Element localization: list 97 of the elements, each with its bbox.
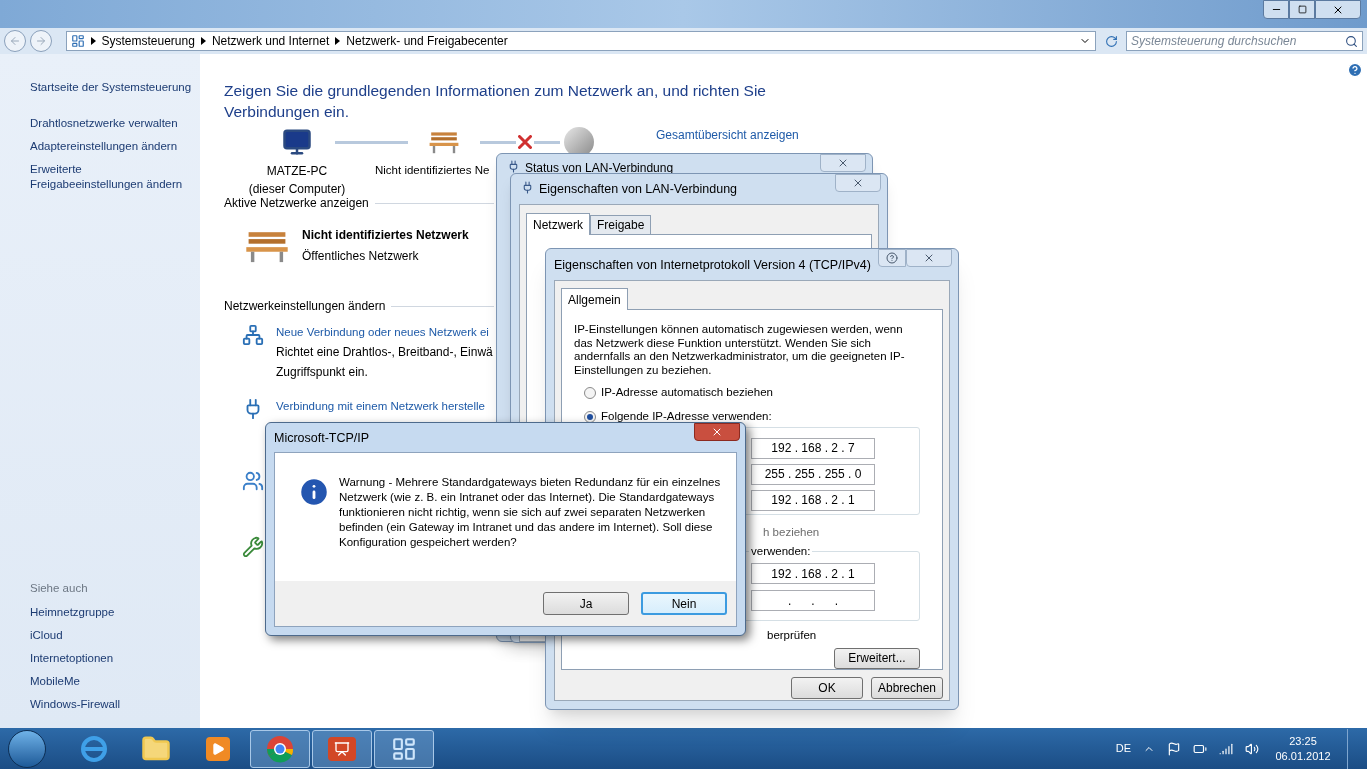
computer-subtitle: (dieser Computer): [248, 181, 346, 198]
ip-address-field[interactable]: 192 . 168 . 2 . 1: [751, 563, 875, 585]
sidebar-link[interactable]: Adaptereinstellungen ändern: [30, 139, 198, 154]
help-icon[interactable]: [1347, 62, 1363, 78]
caret-icon: [200, 37, 206, 45]
window-title: Eigenschaften von Internetprotokoll Version 4 (TCP/IPv4): [554, 257, 871, 274]
section-title: Aktive Netzwerke anzeigen: [224, 196, 369, 212]
wrench-icon: [242, 536, 264, 559]
taskbar-app[interactable]: [250, 729, 310, 768]
close-button[interactable]: [1315, 0, 1361, 19]
sidebar-link[interactable]: Drahtlosnetzwerke verwalten: [30, 116, 198, 131]
language-indicator[interactable]: DE: [1115, 740, 1131, 757]
page-heading: Zeigen Sie die grundlegenden Informationen zum Netzwerk an, und richten Sie Verbindungen ein.: [224, 81, 767, 122]
window-title: Status von LAN-Verbindung: [525, 160, 674, 177]
media-player-icon: [206, 736, 230, 761]
window-title: Eigenschaften von LAN-Verbindung: [539, 181, 738, 198]
dialog-button[interactable]: OK: [791, 677, 863, 699]
computer-name: MATZE-PC: [266, 163, 328, 180]
caret-icon: [335, 37, 341, 45]
forward-icon: [34, 35, 47, 47]
network-name: Nicht identifiziertes Ne: [375, 163, 490, 178]
back-button[interactable]: [4, 30, 26, 52]
breadcrumb[interactable]: Systemsteuerung: [101, 32, 195, 50]
back-icon: [8, 35, 21, 47]
task-description: Zugriffspunkt ein.: [276, 364, 369, 382]
sidebar-link[interactable]: Erweiterte Freigabeeinstellungen ändern: [30, 162, 198, 192]
full-map-link[interactable]: Gesamtübersicht anzeigen: [656, 126, 799, 144]
control-panel-icon: [391, 735, 417, 762]
forward-button[interactable]: [29, 30, 52, 52]
taskbar-app[interactable]: [312, 729, 372, 768]
advanced-button[interactable]: Erweitert...: [834, 647, 920, 669]
close-icon: [837, 157, 849, 169]
caret-icon: [90, 37, 96, 45]
flag-icon[interactable]: [1167, 741, 1181, 756]
tab[interactable]: Allgemein: [561, 288, 628, 310]
radio-button[interactable]: [584, 410, 596, 423]
bench-icon: [428, 130, 460, 154]
window-title: Microsoft-TCP/IP: [274, 430, 370, 447]
close-icon: [711, 426, 723, 438]
dialog-button[interactable]: Nein: [641, 592, 727, 615]
control-panel-icon: [70, 34, 85, 48]
clock[interactable]: 23:25 06.01.2012: [1271, 733, 1335, 764]
sidebar-link[interactable]: Heimnetzgruppe: [30, 605, 200, 620]
task-link[interactable]: Neue Verbindung oder neues Netzwerk ei: [276, 324, 493, 342]
sidebar-link[interactable]: MobileMe: [30, 674, 200, 689]
tab[interactable]: Freigabe: [590, 215, 652, 234]
sidebar-link[interactable]: Windows-Firewall: [30, 697, 200, 712]
taskbar-app[interactable]: [374, 729, 434, 768]
address-field[interactable]: Systemsteuerung Netzwerk und Internet Netzwerk- und Freigabecenter: [65, 31, 1097, 51]
ip-address-field[interactable]: 192 . 168 . 2 . 1: [751, 489, 875, 511]
minimize-button[interactable]: [1263, 0, 1289, 19]
refresh-icon: [1104, 34, 1118, 48]
close-icon: [852, 177, 864, 189]
ip-address-field[interactable]: 192 . 168 . 2 . 7: [751, 437, 875, 459]
radio-label: IP-Adresse automatisch beziehen: [601, 385, 773, 400]
checkbox-label: berprüfen: [767, 627, 818, 643]
dialog-button[interactable]: Ja: [543, 592, 629, 615]
network-icon[interactable]: [1219, 741, 1233, 756]
tab[interactable]: Netzwerk: [526, 213, 590, 235]
task-description: Richtet eine Drahtlos-, Breitband-, Einwä: [276, 344, 493, 362]
description-text: IP-Einstellungen können automatisch zugewiesen werden, wenn das Netzwerk diese Funktion unterstützt. Wenden Sie sich andernfalls an den Netzwerkadministrator, um die geeigneten IP-Einstellungen zu beziehen.: [574, 323, 906, 377]
search-icon: [1345, 34, 1358, 48]
chrome-icon: [266, 734, 294, 763]
section-title: Siehe auch: [30, 580, 89, 596]
computer-icon: [282, 127, 312, 157]
sidebar-link[interactable]: iCloud: [30, 628, 200, 643]
task-link[interactable]: Verbindung mit einem Netzwerk herstelle: [276, 398, 486, 416]
section-title: Netzwerkeinstellungen ändern: [224, 298, 386, 315]
sidebar-link[interactable]: Internetoptionen: [30, 651, 200, 666]
presentation-icon: [328, 736, 356, 761]
ip-address-field[interactable]: 255 . 255 . 255 . 0: [751, 463, 875, 485]
start-button[interactable]: [8, 729, 46, 768]
close-button[interactable]: [694, 423, 740, 441]
dialog-button[interactable]: Abbrechen: [871, 677, 943, 699]
breadcrumb[interactable]: Netzwerk- und Freigabecenter: [346, 32, 508, 50]
disconnected-icon: [518, 135, 532, 149]
close-icon: [923, 252, 935, 264]
ip-address-field[interactable]: . . .: [751, 590, 875, 612]
network-icon: [242, 324, 264, 346]
network-name: Nicht identifiziertes Netzwerk: [302, 227, 469, 244]
plug-icon: [521, 181, 534, 194]
maximize-icon: [1297, 5, 1307, 14]
message-text: Warnung - Mehrere Standardgateways bieten Redundanz für ein einzelnes Netzwerk (wie z. B. ein Intranet oder das Internet). Die Standardgateways funktionieren nicht richtig, wenn sie sich auf zwei separaten Netzwerken befinden (ein Gateway im Intranet und das andere im Internet). Soll diese Konfiguration gespeichert werden?: [339, 475, 722, 550]
radio-button[interactable]: [584, 386, 596, 399]
speaker-icon[interactable]: [1245, 741, 1259, 756]
people-icon: [242, 470, 264, 493]
network-type: Öffentliches Netzwerk: [302, 248, 420, 265]
sidebar-link[interactable]: Startseite der Systemsteuerung: [30, 80, 198, 95]
help-icon: [886, 252, 898, 264]
browser-e-icon: [79, 733, 109, 764]
search-field[interactable]: Systemsteuerung durchsuchen: [1125, 31, 1363, 51]
breadcrumb[interactable]: Netzwerk und Internet: [211, 32, 330, 50]
radio-label: h beziehen: [763, 525, 821, 540]
radio-label: Folgende IP-Adresse verwenden:: [601, 409, 772, 425]
plug-icon: [507, 160, 520, 173]
maximize-button[interactable]: [1289, 0, 1315, 19]
help-button[interactable]: [878, 249, 906, 267]
